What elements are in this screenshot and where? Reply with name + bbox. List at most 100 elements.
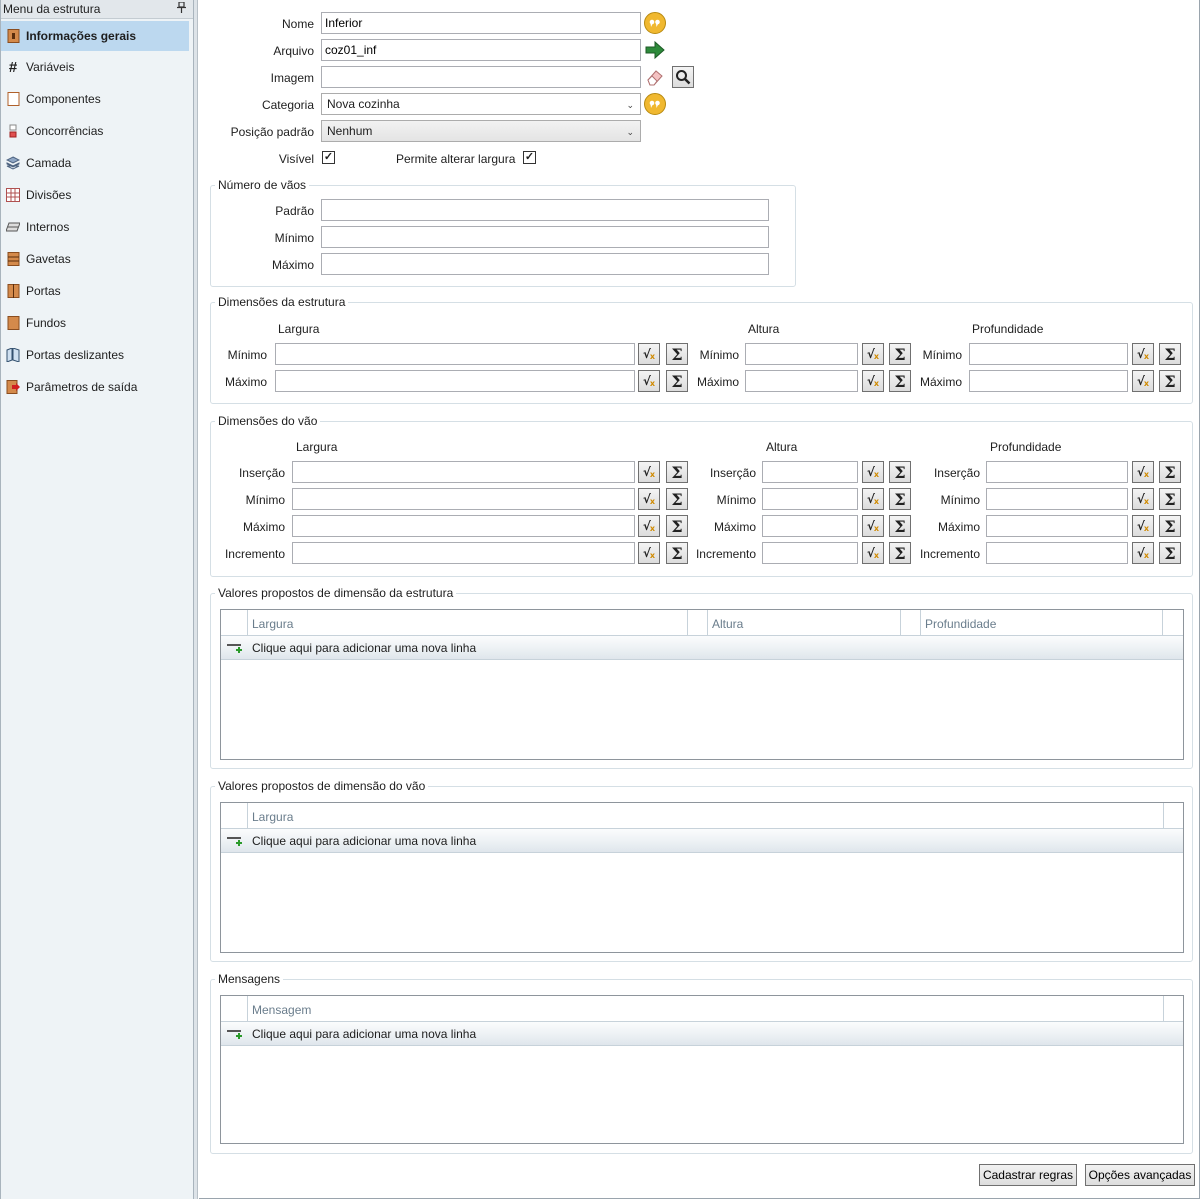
- nome-input[interactable]: [321, 12, 641, 34]
- formula-icon[interactable]: √ x: [862, 343, 884, 365]
- formula-icon[interactable]: √ x: [862, 370, 884, 392]
- hash-icon: #: [8, 58, 18, 76]
- mensagens-grid[interactable]: Mensagem Clique aqui para adicionar uma …: [220, 995, 1184, 1144]
- formula-icon[interactable]: √ x: [638, 542, 660, 564]
- vao-largura-minimo-input[interactable]: [292, 488, 635, 510]
- eraser-icon[interactable]: [644, 66, 666, 88]
- vao-profundidade-insercao-input[interactable]: [986, 461, 1128, 483]
- minimo-input[interactable]: [321, 226, 769, 248]
- estrutura-profundidade-maximo-input[interactable]: [969, 370, 1128, 392]
- sigma-icon[interactable]: Σ: [1159, 343, 1181, 365]
- sidebar-item-componentes[interactable]: Componentes: [1, 83, 193, 115]
- sigma-icon[interactable]: Σ: [1159, 488, 1181, 510]
- sidebar-item-fundos[interactable]: Fundos: [1, 307, 193, 339]
- formula-icon[interactable]: √ x: [638, 488, 660, 510]
- maximo-input[interactable]: [321, 253, 769, 275]
- estrutura-profundidade-minimo-input[interactable]: [969, 343, 1128, 365]
- posicao-select[interactable]: Nenhum ⌄: [321, 120, 641, 142]
- arrow-right-icon[interactable]: [644, 39, 666, 61]
- sigma-icon[interactable]: Σ: [889, 343, 911, 365]
- sigma-icon[interactable]: Σ: [889, 542, 911, 564]
- formula-icon[interactable]: √ x: [1132, 515, 1154, 537]
- vao-profundidade-minimo-input[interactable]: [986, 488, 1128, 510]
- column-header-largura[interactable]: Largura: [248, 610, 688, 635]
- sigma-icon[interactable]: Σ: [889, 461, 911, 483]
- column-header-largura[interactable]: Largura: [248, 803, 1164, 828]
- sigma-icon[interactable]: Σ: [666, 542, 688, 564]
- sidebar-item-divisoes[interactable]: Divisões: [1, 179, 193, 211]
- panel-splitter[interactable]: [194, 0, 198, 1199]
- valores-estrutura-grid[interactable]: Largura Altura Profundidade Clique aqui …: [220, 609, 1184, 760]
- formula-icon[interactable]: √ x: [862, 542, 884, 564]
- pin-icon[interactable]: [177, 1, 186, 16]
- sigma-icon[interactable]: Σ: [1159, 542, 1181, 564]
- formula-icon[interactable]: √ x: [638, 343, 660, 365]
- categoria-select[interactable]: Nova cozinha ⌄: [321, 93, 641, 115]
- sigma-icon[interactable]: Σ: [1159, 370, 1181, 392]
- estrutura-altura-minimo-input[interactable]: [745, 343, 858, 365]
- column-header-altura[interactable]: Altura: [708, 610, 901, 635]
- sidebar-item-variaveis[interactable]: # Variáveis: [1, 51, 193, 83]
- sigma-icon[interactable]: Σ: [889, 488, 911, 510]
- sidebar-item-portas[interactable]: Portas: [1, 275, 193, 307]
- column-header-profundidade[interactable]: Profundidade: [921, 610, 1163, 635]
- vao-altura-incremento-input[interactable]: [762, 542, 858, 564]
- translate-icon[interactable]: [644, 12, 666, 34]
- vao-altura-minimo-input[interactable]: [762, 488, 858, 510]
- sidebar-item-portas-deslizantes[interactable]: Portas deslizantes: [1, 339, 193, 371]
- arquivo-input[interactable]: [321, 39, 641, 61]
- estrutura-largura-minimo-input[interactable]: [275, 343, 635, 365]
- sigma-icon[interactable]: Σ: [666, 515, 688, 537]
- column-header-mensagem[interactable]: Mensagem: [248, 996, 1164, 1021]
- vao-largura-incremento-input[interactable]: [292, 542, 635, 564]
- add-new-row[interactable]: Clique aqui para adicionar uma nova linh…: [221, 636, 1183, 660]
- sidebar-item-parametros-de-saida[interactable]: Parâmetros de saída: [1, 371, 193, 403]
- padrao-input[interactable]: [321, 199, 769, 221]
- formula-icon[interactable]: √ x: [1132, 542, 1154, 564]
- search-icon[interactable]: [672, 66, 694, 88]
- opcoes-avancadas-button[interactable]: Opções avançadas: [1085, 1164, 1195, 1186]
- imagem-input[interactable]: [321, 66, 641, 88]
- sidebar-item-label: Variáveis: [26, 60, 75, 74]
- formula-icon[interactable]: √ x: [1132, 343, 1154, 365]
- translate-icon[interactable]: [644, 93, 666, 115]
- vao-largura-maximo-input[interactable]: [292, 515, 635, 537]
- sidebar-item-concorrencias[interactable]: Concorrências: [1, 115, 193, 147]
- valores-vao-grid[interactable]: Largura Clique aqui para adicionar uma n…: [220, 802, 1184, 953]
- vao-largura-insercao-input[interactable]: [292, 461, 635, 483]
- sigma-icon[interactable]: Σ: [889, 370, 911, 392]
- formula-icon[interactable]: √ x: [1132, 370, 1154, 392]
- add-new-row[interactable]: Clique aqui para adicionar uma nova linh…: [221, 1022, 1183, 1046]
- permite-checkbox[interactable]: ✓: [523, 151, 536, 164]
- sigma-icon[interactable]: Σ: [889, 515, 911, 537]
- formula-icon[interactable]: √ x: [862, 461, 884, 483]
- sidebar-item-informacoes-gerais[interactable]: Informações gerais: [1, 21, 189, 51]
- sigma-icon[interactable]: Σ: [1159, 515, 1181, 537]
- estrutura-altura-maximo-input[interactable]: [745, 370, 858, 392]
- vao-altura-maximo-input[interactable]: [762, 515, 858, 537]
- door-icon: [6, 284, 20, 298]
- formula-icon[interactable]: √ x: [862, 515, 884, 537]
- categoria-value: Nova cozinha: [327, 97, 400, 111]
- formula-icon[interactable]: √ x: [862, 488, 884, 510]
- estrutura-largura-maximo-input[interactable]: [275, 370, 635, 392]
- sigma-icon[interactable]: Σ: [666, 343, 688, 365]
- vao-profundidade-maximo-input[interactable]: [986, 515, 1128, 537]
- sidebar-item-gavetas[interactable]: Gavetas: [1, 243, 193, 275]
- add-new-row[interactable]: Clique aqui para adicionar uma nova linh…: [221, 829, 1183, 853]
- sigma-icon[interactable]: Σ: [666, 488, 688, 510]
- cadastrar-regras-button[interactable]: Cadastrar regras: [979, 1164, 1077, 1186]
- formula-icon[interactable]: √ x: [1132, 488, 1154, 510]
- formula-icon[interactable]: √ x: [1132, 461, 1154, 483]
- formula-icon[interactable]: √ x: [638, 370, 660, 392]
- sigma-icon[interactable]: Σ: [666, 461, 688, 483]
- vao-profundidade-incremento-input[interactable]: [986, 542, 1128, 564]
- sidebar-item-camada[interactable]: Camada: [1, 147, 193, 179]
- formula-icon[interactable]: √ x: [638, 515, 660, 537]
- sigma-icon[interactable]: Σ: [666, 370, 688, 392]
- sidebar-item-internos[interactable]: Internos: [1, 211, 193, 243]
- visivel-checkbox[interactable]: ✓: [322, 151, 335, 164]
- sigma-icon[interactable]: Σ: [1159, 461, 1181, 483]
- formula-icon[interactable]: √ x: [638, 461, 660, 483]
- vao-altura-insercao-input[interactable]: [762, 461, 858, 483]
